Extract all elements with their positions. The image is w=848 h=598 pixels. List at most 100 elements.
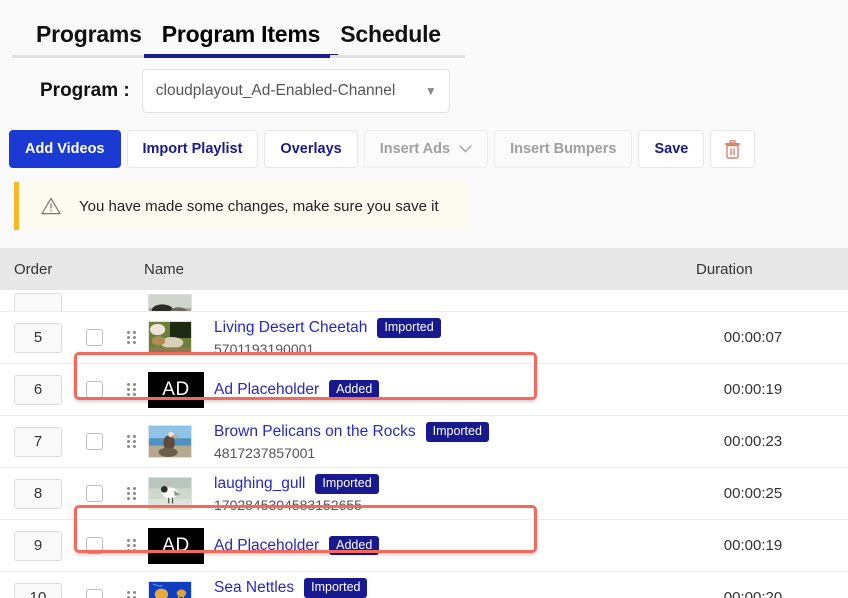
name-line: Living Desert CheetahImported — [214, 318, 658, 338]
duration-cell: 00:00:19 — [658, 537, 848, 554]
drag-handle-icon[interactable] — [127, 435, 138, 448]
table-row[interactable]: 5 Living Desert CheetahImported5701193190… — [0, 312, 848, 364]
order-input[interactable] — [14, 293, 62, 312]
thumbnail-cell — [148, 321, 200, 354]
item-name-link[interactable]: Living Desert Cheetah — [214, 319, 367, 337]
name-line: laughing_gull Imported — [214, 474, 658, 494]
overlays-button[interactable]: Overlays — [264, 130, 357, 168]
tab-schedule-label: Schedule — [340, 21, 441, 47]
name-cell: Sea NettlesImported5977793284001 — [200, 578, 658, 598]
drag-handle-icon[interactable] — [127, 591, 138, 598]
tab-programs[interactable]: Programs — [26, 21, 152, 58]
item-name-link[interactable]: Brown Pelicans on the Rocks — [214, 423, 416, 441]
order-cell: 8 — [0, 479, 72, 509]
drag-handle-icon[interactable] — [127, 383, 138, 396]
name-cell: laughing_gull Imported 1702845304583152655 — [200, 474, 658, 513]
order-input[interactable]: 9 — [14, 531, 62, 561]
name-cell: Ad Placeholder Added — [200, 380, 658, 400]
drag-handle-cell — [116, 591, 148, 598]
table-row[interactable]: 7 Brown Pelicans on the RocksImported4817… — [0, 416, 848, 468]
item-name-link[interactable]: Ad Placeholder — [214, 537, 319, 555]
name-cell: Brown Pelicans on the RocksImported48172… — [200, 422, 658, 461]
import-playlist-button[interactable]: Import Playlist — [127, 130, 259, 168]
order-cell: 6 — [0, 375, 72, 405]
order-cell: 7 — [0, 427, 72, 457]
item-name-link[interactable]: Sea Nettles — [214, 579, 294, 597]
unsaved-changes-banner: You have made some changes, make sure yo… — [14, 182, 469, 230]
video-thumbnail — [148, 321, 192, 354]
status-badge: Added — [329, 380, 379, 400]
row-checkbox[interactable] — [86, 485, 103, 502]
table-row[interactable]: 6077029038001 — [0, 290, 848, 312]
status-badge: Imported — [315, 474, 378, 494]
item-name-link[interactable]: Ad Placeholder — [214, 381, 319, 399]
thumbnail-cell — [148, 477, 200, 510]
trash-icon — [724, 140, 741, 159]
insert-ads-button[interactable]: Insert Ads — [364, 130, 488, 168]
overlays-label: Overlays — [280, 141, 341, 157]
row-select-cell — [72, 329, 116, 346]
tab-bar: Programs Program Items Schedule — [0, 0, 848, 58]
action-toolbar: Add Videos Import Playlist Overlays Inse… — [0, 130, 848, 168]
duration-cell: 00:00:20 — [658, 589, 848, 598]
table-row[interactable]: 9 AD Ad Placeholder Added 00:00:19 — [0, 520, 848, 572]
status-badge: Added — [329, 536, 379, 556]
name-line: Ad Placeholder Added — [214, 536, 658, 556]
order-cell: 9 — [0, 531, 72, 561]
order-input[interactable]: 6 — [14, 375, 62, 405]
drag-handle-icon[interactable] — [127, 331, 138, 344]
tab-program-items-label: Program Items — [162, 21, 320, 47]
add-videos-label: Add Videos — [25, 141, 105, 157]
name-line: Sea NettlesImported — [214, 578, 658, 598]
thumbnail-cell: AD — [148, 528, 200, 564]
row-select-cell — [72, 381, 116, 398]
program-select-value: cloudplayout_Ad-Enabled-Channel — [156, 82, 419, 100]
tab-programs-label: Programs — [36, 21, 142, 47]
table-body: 60770290380015Living Desert CheetahImpor… — [0, 290, 848, 598]
add-videos-button[interactable]: Add Videos — [9, 130, 121, 168]
drag-handle-cell — [116, 383, 148, 396]
row-checkbox[interactable] — [86, 381, 103, 398]
table-row[interactable]: 10 Sea NettlesImported597779328400100:00:… — [0, 572, 848, 598]
name-wrap: Ad Placeholder Added — [214, 536, 658, 556]
duration-cell: 00:00:23 — [658, 433, 848, 450]
name-wrap: Living Desert CheetahImported57011931900… — [214, 318, 658, 357]
video-id: 1702845304583152655 — [214, 497, 658, 513]
row-select-cell — [72, 433, 116, 450]
drag-handle-cell — [116, 435, 148, 448]
table-header-row: Order Name Duration — [0, 248, 848, 290]
chevron-down-icon: ▼ — [425, 84, 437, 98]
row-checkbox[interactable] — [86, 329, 103, 346]
drag-handle-icon[interactable] — [127, 539, 138, 552]
program-select[interactable]: cloudplayout_Ad-Enabled-Channel ▼ — [142, 69, 450, 113]
delete-button[interactable] — [710, 130, 755, 168]
order-input[interactable]: 8 — [14, 479, 62, 509]
thumbnail-cell: AD — [148, 372, 200, 408]
row-checkbox[interactable] — [86, 537, 103, 554]
unsaved-changes-text: You have made some changes, make sure yo… — [79, 198, 439, 215]
insert-ads-label: Insert Ads — [380, 141, 450, 157]
item-name-link[interactable]: laughing_gull — [214, 475, 305, 493]
order-input[interactable]: 5 — [14, 323, 62, 353]
import-playlist-label: Import Playlist — [143, 141, 243, 157]
row-checkbox[interactable] — [86, 433, 103, 450]
thumbnail-cell — [148, 294, 200, 311]
row-select-cell — [72, 537, 116, 554]
tab-schedule[interactable]: Schedule — [330, 21, 451, 58]
table-row[interactable]: 6ADAd PlaceholderAdded00:00:19 — [0, 364, 848, 416]
drag-handle-icon[interactable] — [127, 487, 138, 500]
save-button[interactable]: Save — [638, 130, 704, 168]
row-checkbox[interactable] — [86, 589, 103, 598]
tab-program-items[interactable]: Program Items — [152, 21, 330, 58]
table-row[interactable]: 8 laughing_gull Imported 170284530458315265… — [0, 468, 848, 520]
thumbnail-cell — [148, 425, 200, 458]
column-header-name: Name — [72, 261, 658, 278]
insert-bumpers-button[interactable]: Insert Bumpers — [494, 130, 632, 168]
video-thumbnail — [148, 425, 192, 458]
name-line: Ad Placeholder Added — [214, 380, 658, 400]
order-input[interactable]: 10 — [14, 583, 62, 598]
thumbnail-cell — [148, 581, 200, 598]
drag-handle-cell — [116, 331, 148, 344]
order-input[interactable]: 7 — [14, 427, 62, 457]
name-wrap: Sea NettlesImported5977793284001 — [214, 578, 658, 598]
